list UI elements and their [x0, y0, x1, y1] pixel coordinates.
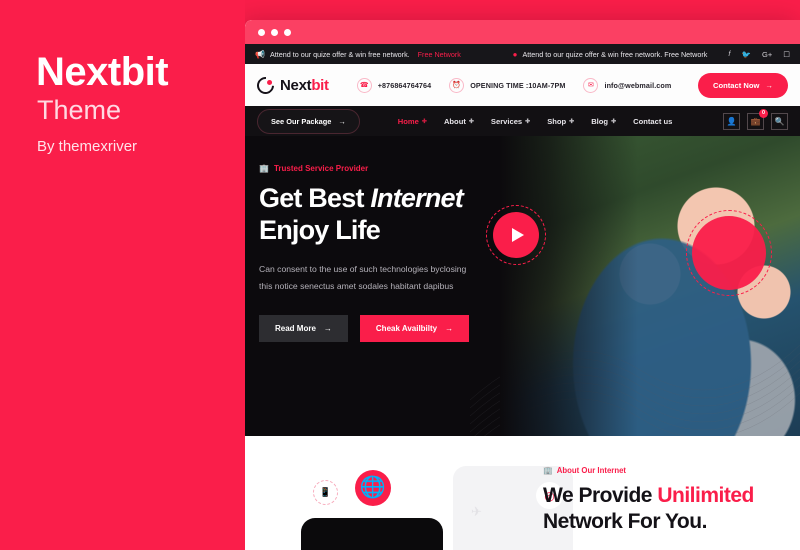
chevron-down-icon: ✚	[421, 118, 427, 125]
cart-icon[interactable]: 💼 0	[747, 108, 768, 130]
hero-photo-fade	[500, 136, 800, 436]
nav-item-about[interactable]: About ✚	[444, 117, 474, 126]
nav-action-icons: 👤 💼 0 🔍	[723, 108, 788, 130]
hero-heading-part-2: Enjoy Life	[259, 214, 381, 245]
contact-now-label: Contact Now	[713, 80, 760, 90]
chevron-down-icon: ✚	[525, 118, 531, 125]
about-heading: We Provide Unilimited Network For You.	[543, 483, 793, 536]
arrow-right-icon: →	[338, 116, 346, 126]
nav-item-shop[interactable]: Shop ✚	[547, 117, 574, 126]
main-navbar: See Our Package → Home ✚ About ✚ Services ✚…	[245, 106, 800, 136]
promo-panel: Nextbit Theme By themexriver	[0, 0, 245, 550]
about-tag: 🏢 About Our Internet	[543, 466, 793, 475]
site-logo[interactable]: Nextbit	[253, 72, 329, 98]
header-email-text: info@webmail.com	[604, 80, 672, 90]
social-links: 𝑓 🐦 G+ ☐	[728, 49, 790, 59]
paper-plane-icon: ✈	[471, 504, 482, 519]
about-heading-part-1: We Provide	[543, 484, 658, 507]
notice-left-text: Attend to our quize offer & win free net…	[269, 49, 410, 59]
twitter-icon[interactable]: 🐦	[742, 50, 751, 59]
play-icon	[512, 228, 524, 242]
arrow-right-icon: →	[323, 324, 332, 334]
globe-icon: 🌐	[355, 470, 391, 506]
nav-item-home[interactable]: Home ✚	[398, 117, 427, 126]
hero-tag: 🏢 Trusted Service Provider	[259, 164, 545, 173]
facebook-icon[interactable]: 𝑓	[728, 49, 730, 59]
building-icon: 🏢	[543, 466, 553, 475]
nav-item-services[interactable]: Services ✚	[491, 117, 530, 126]
nextbit-logo-icon	[253, 72, 278, 98]
cart-badge: 0	[759, 108, 768, 118]
about-heading-emphasis: Unilimited	[657, 484, 754, 507]
window-dot-close[interactable]	[258, 28, 265, 36]
hero-buttons: Read More → Cheak Availbilty →	[259, 315, 545, 343]
about-heading-part-2: Network For You.	[543, 510, 707, 534]
promo-subtitle: Theme	[37, 95, 122, 125]
instagram-icon[interactable]: ☐	[783, 50, 790, 59]
top-notice-bar: 📢 Attend to our quize offer & win free n…	[245, 44, 800, 64]
about-card-dark	[301, 518, 443, 550]
contact-now-button[interactable]: Contact Now →	[698, 72, 788, 98]
window-dot-maximize[interactable]	[284, 28, 291, 36]
hero-check-availability-button[interactable]: Cheak Availbilty →	[359, 315, 470, 343]
window-dot-minimize[interactable]	[271, 28, 278, 36]
location-pin-icon: ●	[512, 49, 518, 59]
nav-item-blog[interactable]: Blog ✚	[591, 117, 616, 126]
header-opening-time: ⏰ OPENING TIME :10AM-7PM	[449, 77, 566, 93]
google-plus-icon[interactable]: G+	[762, 50, 772, 59]
about-section: ◎ ✈ 📱 🌐 🏢 About Our Internet We Provide …	[245, 436, 800, 550]
header-phone-text: +876864764764	[377, 80, 432, 90]
video-play-button[interactable]	[493, 212, 539, 258]
notice-left: 📢 Attend to our quize offer & win free n…	[255, 50, 461, 59]
hero-read-more-label: Read More	[275, 324, 316, 334]
about-tag-label: About Our Internet	[556, 466, 627, 475]
arrow-right-icon: →	[445, 324, 454, 334]
header-contact-info: ☎ +876864764764 ⏰ OPENING TIME :10AM-7PM…	[356, 77, 672, 93]
notice-left-highlight[interactable]: Free Network	[418, 50, 461, 59]
promo-author: By themexriver	[37, 138, 138, 155]
chevron-down-icon: ✚	[569, 118, 575, 125]
hero-heading-part-1: Get Best	[259, 183, 371, 213]
chevron-down-icon: ✚	[611, 118, 617, 125]
hero-paragraph: Can consent to the use of such technolog…	[259, 263, 467, 291]
nav-menu: Home ✚ About ✚ Services ✚ Shop ✚ Blog ✚ Conta…	[398, 117, 673, 126]
browser-window: 📢 Attend to our quize offer & win free n…	[245, 20, 800, 550]
browser-titlebar	[245, 20, 800, 44]
about-text: 🏢 About Our Internet We Provide Unilimit…	[543, 466, 793, 536]
hero-section: 🏢 Trusted Service Provider Get Best Inte…	[245, 136, 800, 436]
see-our-package-button[interactable]: See Our Package →	[257, 108, 360, 134]
search-icon[interactable]: 🔍	[771, 112, 788, 130]
chevron-down-icon: ✚	[468, 118, 474, 125]
about-media-collage: ◎ ✈ 📱 🌐	[293, 458, 573, 550]
notice-right: ● Attend to our quize offer & win free n…	[513, 49, 790, 59]
header-phone[interactable]: ☎ +876864764764	[356, 77, 432, 93]
hero-tag-label: Trusted Service Provider	[273, 164, 369, 173]
megaphone-icon: 📢	[255, 49, 265, 59]
header-opening-text: OPENING TIME :10AM-7PM	[470, 80, 566, 90]
hero-read-more-button[interactable]: Read More →	[259, 315, 348, 343]
site-header: Nextbit ☎ +876864764764 ⏰ OPENING TIME :…	[245, 64, 800, 106]
arrow-right-icon: →	[765, 80, 773, 90]
hero-check-availability-label: Cheak Availbilty	[375, 324, 438, 334]
phone-icon: ☎	[356, 77, 372, 93]
user-account-icon[interactable]: 👤	[723, 112, 740, 130]
envelope-icon: ✉	[583, 77, 599, 93]
mobile-phone-icon: 📱	[313, 480, 338, 505]
notice-right-text: Attend to our quize offer & win free net…	[522, 49, 708, 59]
header-email[interactable]: ✉ info@webmail.com	[583, 77, 672, 93]
see-our-package-label: See Our Package	[271, 116, 332, 126]
building-icon: 🏢	[259, 164, 269, 173]
clock-icon: ⏰	[449, 77, 465, 93]
promo-title: Nextbit	[36, 50, 169, 94]
hero-heading-emphasis: Internet	[370, 183, 463, 213]
nav-item-contact-us[interactable]: Contact us	[633, 117, 672, 126]
site-logo-text: Nextbit	[280, 76, 329, 94]
